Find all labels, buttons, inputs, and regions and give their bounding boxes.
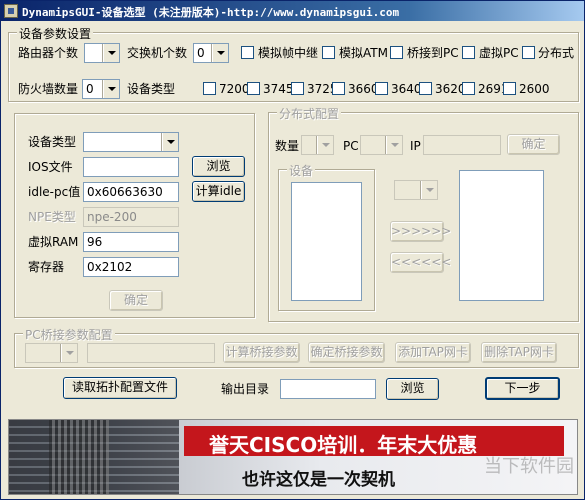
chevron-down-icon[interactable] [103, 80, 119, 98]
frame-relay-label: 模拟帧中继 [258, 46, 319, 60]
model-7200-label: 7200 [219, 82, 250, 96]
title-bar[interactable]: DynamipsGUI-设备选型 (未注册版本)-http://www.dyna… [1, 1, 584, 21]
dist-device-title: 设备 [287, 162, 316, 179]
confirm-bridge-button[interactable]: 确定桥接参数 [308, 342, 385, 363]
bridge-pc-select[interactable] [25, 343, 78, 363]
dist-device-list[interactable] [291, 182, 362, 301]
distributed-label: 分布式 [538, 46, 575, 60]
dist-count-label: 数量 [275, 139, 300, 153]
distributed-checkbox[interactable] [522, 46, 535, 59]
chevron-down-icon[interactable] [162, 133, 178, 151]
model-3660-checkbox[interactable] [332, 82, 345, 95]
output-dir-label: 输出目录 [221, 382, 270, 396]
app-window: DynamipsGUI-设备选型 (未注册版本)-http://www.dyna… [0, 0, 585, 500]
window-title: DynamipsGUI-设备选型 (未注册版本)-http://www.dyna… [22, 6, 400, 19]
move-right-button[interactable]: >>>>>> [390, 221, 451, 242]
server-rack-detail [49, 420, 109, 494]
chevron-down-icon[interactable] [421, 181, 437, 199]
ad-headline: 誉天CISCO培训．年末大优惠 [209, 433, 478, 457]
router-count-select[interactable] [84, 43, 120, 63]
virtual-pc-label: 虚拟PC [479, 46, 519, 60]
switch-count-select[interactable]: 0 [193, 43, 229, 63]
ios-browse-button[interactable]: 浏览 [192, 156, 245, 177]
model-3620-checkbox[interactable] [419, 82, 432, 95]
virtual-ram-label: 虚拟RAM [28, 235, 79, 249]
dist-target-select[interactable] [394, 180, 438, 200]
add-tap-button[interactable]: 添加TAP网卡 [395, 342, 471, 363]
switch-count-label: 交换机个数 [127, 46, 188, 60]
model-2600-label: 2600 [519, 82, 550, 96]
model-3745-checkbox[interactable] [247, 82, 260, 95]
dist-ip-input[interactable] [423, 135, 501, 155]
npe-type-label: NPE类型 [28, 210, 76, 224]
panel-device-type-label: 设备类型 [28, 135, 77, 149]
ios-file-label: IOS文件 [28, 160, 73, 174]
firewall-count-value: 0 [86, 82, 94, 96]
output-dir-input[interactable] [280, 379, 376, 399]
model-2600-checkbox[interactable] [503, 82, 516, 95]
firewall-count-select[interactable]: 0 [82, 79, 120, 99]
idle-pc-input[interactable]: 0x60663630 [83, 182, 179, 202]
panel-device-type-select[interactable] [83, 132, 179, 152]
register-input[interactable]: 0x2102 [83, 257, 179, 277]
frame-relay-checkbox[interactable] [241, 46, 254, 59]
bridge-pc-checkbox[interactable] [390, 46, 403, 59]
firewall-count-label: 防火墙数量 [18, 82, 79, 96]
dist-pc-label: PC [343, 139, 359, 153]
chevron-down-icon[interactable] [103, 44, 119, 62]
virtual-ram-input[interactable]: 96 [83, 232, 179, 252]
chevron-down-icon[interactable] [386, 136, 402, 154]
atm-checkbox[interactable] [322, 46, 335, 59]
model-2691-checkbox[interactable] [462, 82, 475, 95]
app-icon [4, 4, 18, 18]
chevron-down-icon[interactable] [317, 136, 333, 154]
register-label: 寄存器 [28, 260, 65, 274]
device-ok-button[interactable]: 确定 [109, 290, 163, 311]
remove-tap-button[interactable]: 删除TAP网卡 [481, 342, 557, 363]
dist-pc-select[interactable] [360, 135, 403, 155]
idle-pc-label: idle-pc值 [28, 185, 81, 199]
chevron-down-icon[interactable] [212, 44, 228, 62]
atm-label: 模拟ATM [339, 46, 388, 60]
model-3660-label: 3660 [348, 82, 379, 96]
distributed-title: 分布式配置 [277, 105, 342, 122]
device-settings-title: 设备参数设置 [17, 25, 94, 42]
model-3640-label: 3640 [391, 82, 422, 96]
dist-ip-label: IP [410, 139, 421, 153]
switch-count-value: 0 [197, 46, 205, 60]
move-left-button[interactable]: <<<<<< [390, 252, 451, 273]
bridge-pc-label: 桥接到PC [407, 46, 459, 60]
model-3640-checkbox[interactable] [375, 82, 388, 95]
virtual-pc-checkbox[interactable] [462, 46, 475, 59]
model-3725-checkbox[interactable] [291, 82, 304, 95]
calc-idle-button[interactable]: 计算idle [192, 181, 245, 202]
dist-target-list[interactable] [459, 170, 544, 301]
bridge-param-input[interactable] [87, 343, 215, 363]
bridge-title: PC桥接参数配置 [23, 326, 115, 343]
dist-count-select[interactable] [301, 135, 334, 155]
calc-bridge-button[interactable]: 计算桥接参数 [223, 342, 300, 363]
ad-subline: 也许这仅是一次契机 [242, 470, 395, 490]
chevron-down-icon[interactable] [61, 344, 77, 362]
model-3745-label: 3745 [263, 82, 294, 96]
ios-file-input[interactable] [83, 157, 179, 177]
router-count-label: 路由器个数 [18, 46, 79, 60]
device-type-label: 设备类型 [127, 82, 176, 96]
next-button[interactable]: 下一步 [485, 377, 560, 400]
watermark: 当下软件园 [484, 456, 574, 477]
model-3620-label: 3620 [435, 82, 466, 96]
dist-ok-button[interactable]: 确定 [507, 134, 560, 155]
npe-type-input[interactable]: npe-200 [83, 207, 179, 227]
read-topology-button[interactable]: 读取拓扑配置文件 [63, 377, 177, 399]
output-browse-button[interactable]: 浏览 [386, 378, 439, 400]
ad-banner[interactable]: 誉天CISCO培训．年末大优惠 也许这仅是一次契机 当下软件园 [8, 419, 578, 495]
model-7200-checkbox[interactable] [203, 82, 216, 95]
